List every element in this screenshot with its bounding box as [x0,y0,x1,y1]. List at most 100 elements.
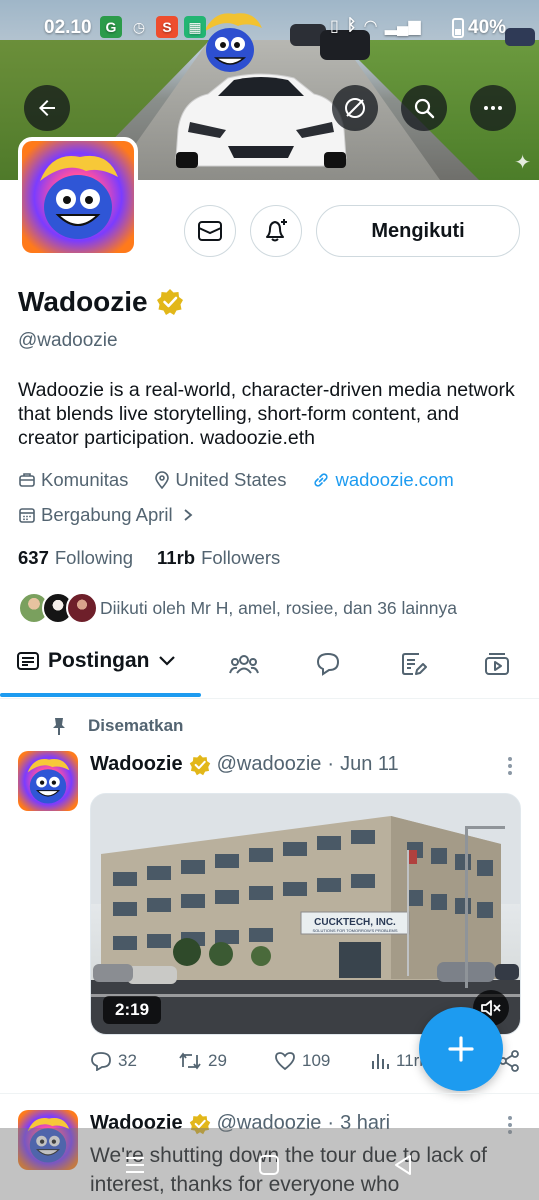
status-bar: 02.10 G ◷ S ▦ ▯ ᛒ ◠ ▂▄▆ 40% [0,12,539,46]
pinned-indicator: Disematkan [50,716,183,736]
system-back-button[interactable] [388,1150,418,1180]
search-button[interactable] [401,85,447,131]
location-pin-icon [155,471,170,489]
tweet-divider [0,1093,539,1094]
mascot-avatar-image [22,141,134,253]
tab-replies[interactable] [313,649,343,679]
vibrate-icon: ▯ [330,18,339,35]
profile-joined-row[interactable]: Bergabung April [18,504,220,526]
like-button[interactable]: 109 [274,1051,370,1071]
link-icon [314,473,329,487]
repost-count: 29 [208,1051,227,1070]
tweet-header: Wadoozie @wadoozie · Jun 11 [90,753,399,776]
tab-media[interactable] [482,649,512,679]
following-button[interactable]: Mengikuti [316,205,520,257]
sparkle-icon: ✦ [514,152,531,174]
tweet-date[interactable]: Jun 11 [340,753,399,776]
compose-post-button[interactable] [419,1007,503,1091]
translate-off-icon [345,98,365,118]
verified-badge-icon [189,754,210,775]
profile-joined[interactable]: Bergabung April [18,504,194,526]
communities-icon [229,655,259,674]
profile-category[interactable]: Komunitas [18,469,128,491]
more-horizontal-icon [484,106,502,110]
joined-label: Bergabung April [41,504,173,525]
battery-icon [452,18,464,38]
chevron-down-icon [158,656,175,666]
back-arrow-icon [39,100,55,116]
profile-website[interactable]: wadoozie.com [312,469,454,491]
followed-by-text: Diikuti oleh Mr H, amel, rosiee, dan 36 … [100,597,457,618]
repost-button[interactable]: 29 [178,1051,274,1071]
building-sign-text: CUCKTECH, INC. [314,917,396,928]
followers-label[interactable]: Followers [201,547,280,569]
back-triangle-icon [395,1155,411,1175]
battery-level: 40% [468,17,507,38]
home-icon [259,1155,279,1175]
tab-communities[interactable] [229,649,259,679]
articles-icon [402,653,427,675]
plus-icon [448,1036,474,1062]
active-tab-indicator [0,693,201,697]
recent-apps-button[interactable] [120,1150,150,1180]
tweet-avatar[interactable] [18,751,78,811]
notifications-button[interactable] [250,205,302,257]
search-icon [414,98,435,119]
replies-icon [316,652,340,676]
back-button[interactable] [24,85,70,131]
profile-handle: @wadoozie [18,330,118,351]
signal-icon: ▂▄▆ [384,18,421,35]
profile-tabs: Postingan [0,637,539,699]
media-icon [485,653,509,675]
profile-location: United States [154,469,286,491]
bell-plus-icon [266,219,287,242]
calendar-icon [19,508,35,523]
followed-by-row[interactable]: Diikuti oleh Mr H, amel, rosiee, dan 36 … [18,592,457,624]
chevron-right-icon [184,509,193,521]
pinned-label: Disematkan [88,716,184,735]
following-count[interactable]: 637 [18,547,49,569]
like-count: 109 [302,1051,331,1070]
profile-name-row: Wadoozie [18,286,184,318]
views-chart-icon [372,1054,389,1069]
reply-count: 32 [118,1051,137,1070]
tweet-more-button[interactable] [500,754,520,778]
message-button[interactable] [184,205,236,257]
website-link[interactable]: wadoozie.com [335,469,453,491]
status-time: 02.10 [44,17,92,38]
category-label: Komunitas [41,469,129,490]
shopee-icon: S [156,16,178,38]
tab-articles[interactable] [398,649,428,679]
pin-icon [53,718,65,735]
tweet-author-handle[interactable]: @wadoozie [217,753,322,776]
verified-badge-icon[interactable] [156,288,184,316]
reply-button[interactable]: 32 [90,1051,178,1071]
heart-icon [275,1052,295,1071]
alarm-icon: ◷ [132,19,146,35]
avatar [66,592,98,624]
tweet-video[interactable]: CUCKTECH, INC. SOLUTIONS FOR TOMORROW'S … [90,793,521,1035]
tweet-author-name[interactable]: Wadoozie [90,753,183,776]
tab-posts[interactable]: Postingan [16,649,176,673]
building-subsign-text: SOLUTIONS FOR TOMORROW'S PROBLEMS [312,928,397,933]
profile-avatar[interactable] [18,137,138,257]
follow-stats: 637 Following 11rb Followers [18,547,280,569]
bluetooth-icon: ᛒ [346,17,357,34]
following-label[interactable]: Following [55,547,133,569]
profile-name: Wadoozie [18,286,148,317]
posts-feed-icon [17,652,39,670]
more-options-button[interactable] [470,85,516,131]
translate-off-button[interactable] [332,85,378,131]
recent-apps-icon [126,1157,144,1173]
briefcase-icon [19,473,35,487]
reply-icon [91,1052,111,1071]
home-button[interactable] [254,1150,284,1180]
system-navigation-bar [0,1128,539,1200]
followers-count[interactable]: 11rb [157,547,195,569]
separator-dot: · [327,753,335,775]
location-label: United States [175,469,287,490]
tab-posts-label: Postingan [48,649,150,672]
profile-meta-row: Komunitas United States wadoozie.com [18,469,480,491]
mascot-avatar-image [18,751,78,811]
video-duration-badge: 2:19 [103,996,162,1024]
